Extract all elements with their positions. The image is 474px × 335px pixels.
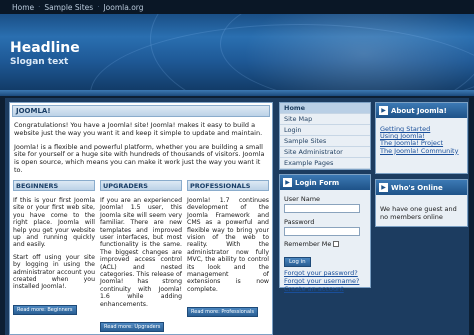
- header-stripe: [0, 90, 474, 96]
- right-sidebar: ▶ About Joomla! Getting Started Using Jo…: [375, 102, 468, 335]
- online-box-title: Who's Online: [391, 183, 443, 192]
- site-slogan: Slogan text: [10, 57, 69, 67]
- chevron-right-icon: ▶: [379, 183, 388, 192]
- main-menu: Home Site Map Login Sample Sites Site Ad…: [279, 102, 371, 170]
- chevron-right-icon: ▶: [283, 178, 292, 187]
- topnav-joomla-org[interactable]: Joomla.org: [103, 3, 143, 12]
- read-more-beginners-button[interactable]: Read more: Beginners: [13, 304, 77, 315]
- forgot-password-link[interactable]: Forgot your password?: [284, 269, 370, 277]
- login-form-header: ▶ Login Form: [280, 175, 370, 190]
- professionals-column: PROFESSIONALS Joomla! 1.7 continues deve…: [187, 180, 269, 318]
- read-more-upgraders-button[interactable]: Read more: Upgraders: [100, 322, 165, 333]
- beginners-column: BEGINNERS If this is your first Joomla s…: [13, 180, 95, 315]
- column-text: If you are an experienced Joomla! 1.5 us…: [100, 197, 182, 308]
- main-content: JOOMLA! Congratulations! You have a Joom…: [9, 102, 273, 335]
- menu-item-login[interactable]: Login: [280, 125, 370, 136]
- intro-paragraph: Congratulations! You have a Joomla! site…: [14, 121, 263, 137]
- menu-item-home[interactable]: Home: [280, 103, 370, 114]
- login-form: ▶ Login Form User Name Password Remember…: [279, 174, 371, 293]
- about-joomla-box: ▶ About Joomla! Getting Started Using Jo…: [375, 102, 468, 174]
- site-headline: Headline: [10, 40, 80, 56]
- username-field[interactable]: [284, 204, 360, 213]
- login-button[interactable]: Log in: [284, 257, 311, 267]
- joomla-community-link[interactable]: The Joomla! Community: [380, 147, 463, 155]
- site-header: Headline Slogan text: [0, 14, 474, 90]
- column-paragraph: Joomla! 1.7 continues development of the…: [187, 197, 269, 293]
- intro-text: Congratulations! You have a Joomla! site…: [14, 121, 270, 181]
- menu-item-site-map[interactable]: Site Map: [280, 114, 370, 125]
- column-paragraph: If this is your first Joomla site or you…: [13, 197, 95, 249]
- chevron-right-icon: ▶: [379, 106, 388, 115]
- password-field[interactable]: [284, 227, 360, 236]
- read-more-professionals-button[interactable]: Read more: Professionals: [187, 307, 259, 318]
- forgot-username-link[interactable]: Forgot your username?: [284, 277, 370, 285]
- menu-item-site-administrator[interactable]: Site Administrator: [280, 147, 370, 158]
- username-label: User Name: [284, 195, 321, 203]
- remember-me-label: Remember Me: [284, 240, 332, 248]
- password-label: Password: [284, 218, 315, 226]
- remember-me-checkbox[interactable]: [333, 241, 340, 247]
- topnav-sample-sites[interactable]: Sample Sites: [44, 3, 93, 12]
- online-status-text: We have one guest and no members online: [380, 205, 457, 221]
- remember-me-row: Remember Me: [284, 240, 370, 248]
- about-box-header: ▶ About Joomla!: [376, 103, 467, 118]
- column-paragraph: Start off using your site by logging in …: [13, 253, 95, 291]
- column-text: If this is your first Joomla site or you…: [13, 197, 95, 291]
- menu-item-sample-sites[interactable]: Sample Sites: [280, 136, 370, 147]
- create-account-link[interactable]: Create an account: [284, 285, 370, 293]
- column-title: UPGRADERS: [100, 180, 182, 191]
- article-title: JOOMLA!: [12, 105, 270, 117]
- topnav-home[interactable]: Home: [12, 3, 34, 12]
- login-form-title: Login Form: [295, 178, 340, 187]
- separator: ·: [97, 3, 100, 11]
- online-box-header: ▶ Who's Online: [376, 180, 467, 195]
- column-paragraph: If you are an experienced Joomla! 1.5 us…: [100, 197, 182, 308]
- about-links: Getting Started Using Joomla! The Joomla…: [376, 118, 467, 155]
- whos-online-box: ▶ Who's Online We have one guest and no …: [375, 179, 468, 227]
- about-box-title: About Joomla!: [391, 106, 447, 115]
- menu-item-example-pages[interactable]: Example Pages: [280, 158, 370, 169]
- upgraders-column: UPGRADERS If you are an experienced Joom…: [100, 180, 182, 333]
- column-title: BEGINNERS: [13, 180, 95, 191]
- middle-sidebar: Home Site Map Login Sample Sites Site Ad…: [279, 102, 371, 335]
- column-text: Joomla! 1.7 continues development of the…: [187, 197, 269, 293]
- top-nav: Home · Sample Sites · Joomla.org: [0, 0, 474, 14]
- column-title: PROFESSIONALS: [187, 180, 269, 191]
- separator: ·: [38, 3, 41, 11]
- intro-paragraph: Joomla! is a flexible and powerful platf…: [14, 142, 265, 174]
